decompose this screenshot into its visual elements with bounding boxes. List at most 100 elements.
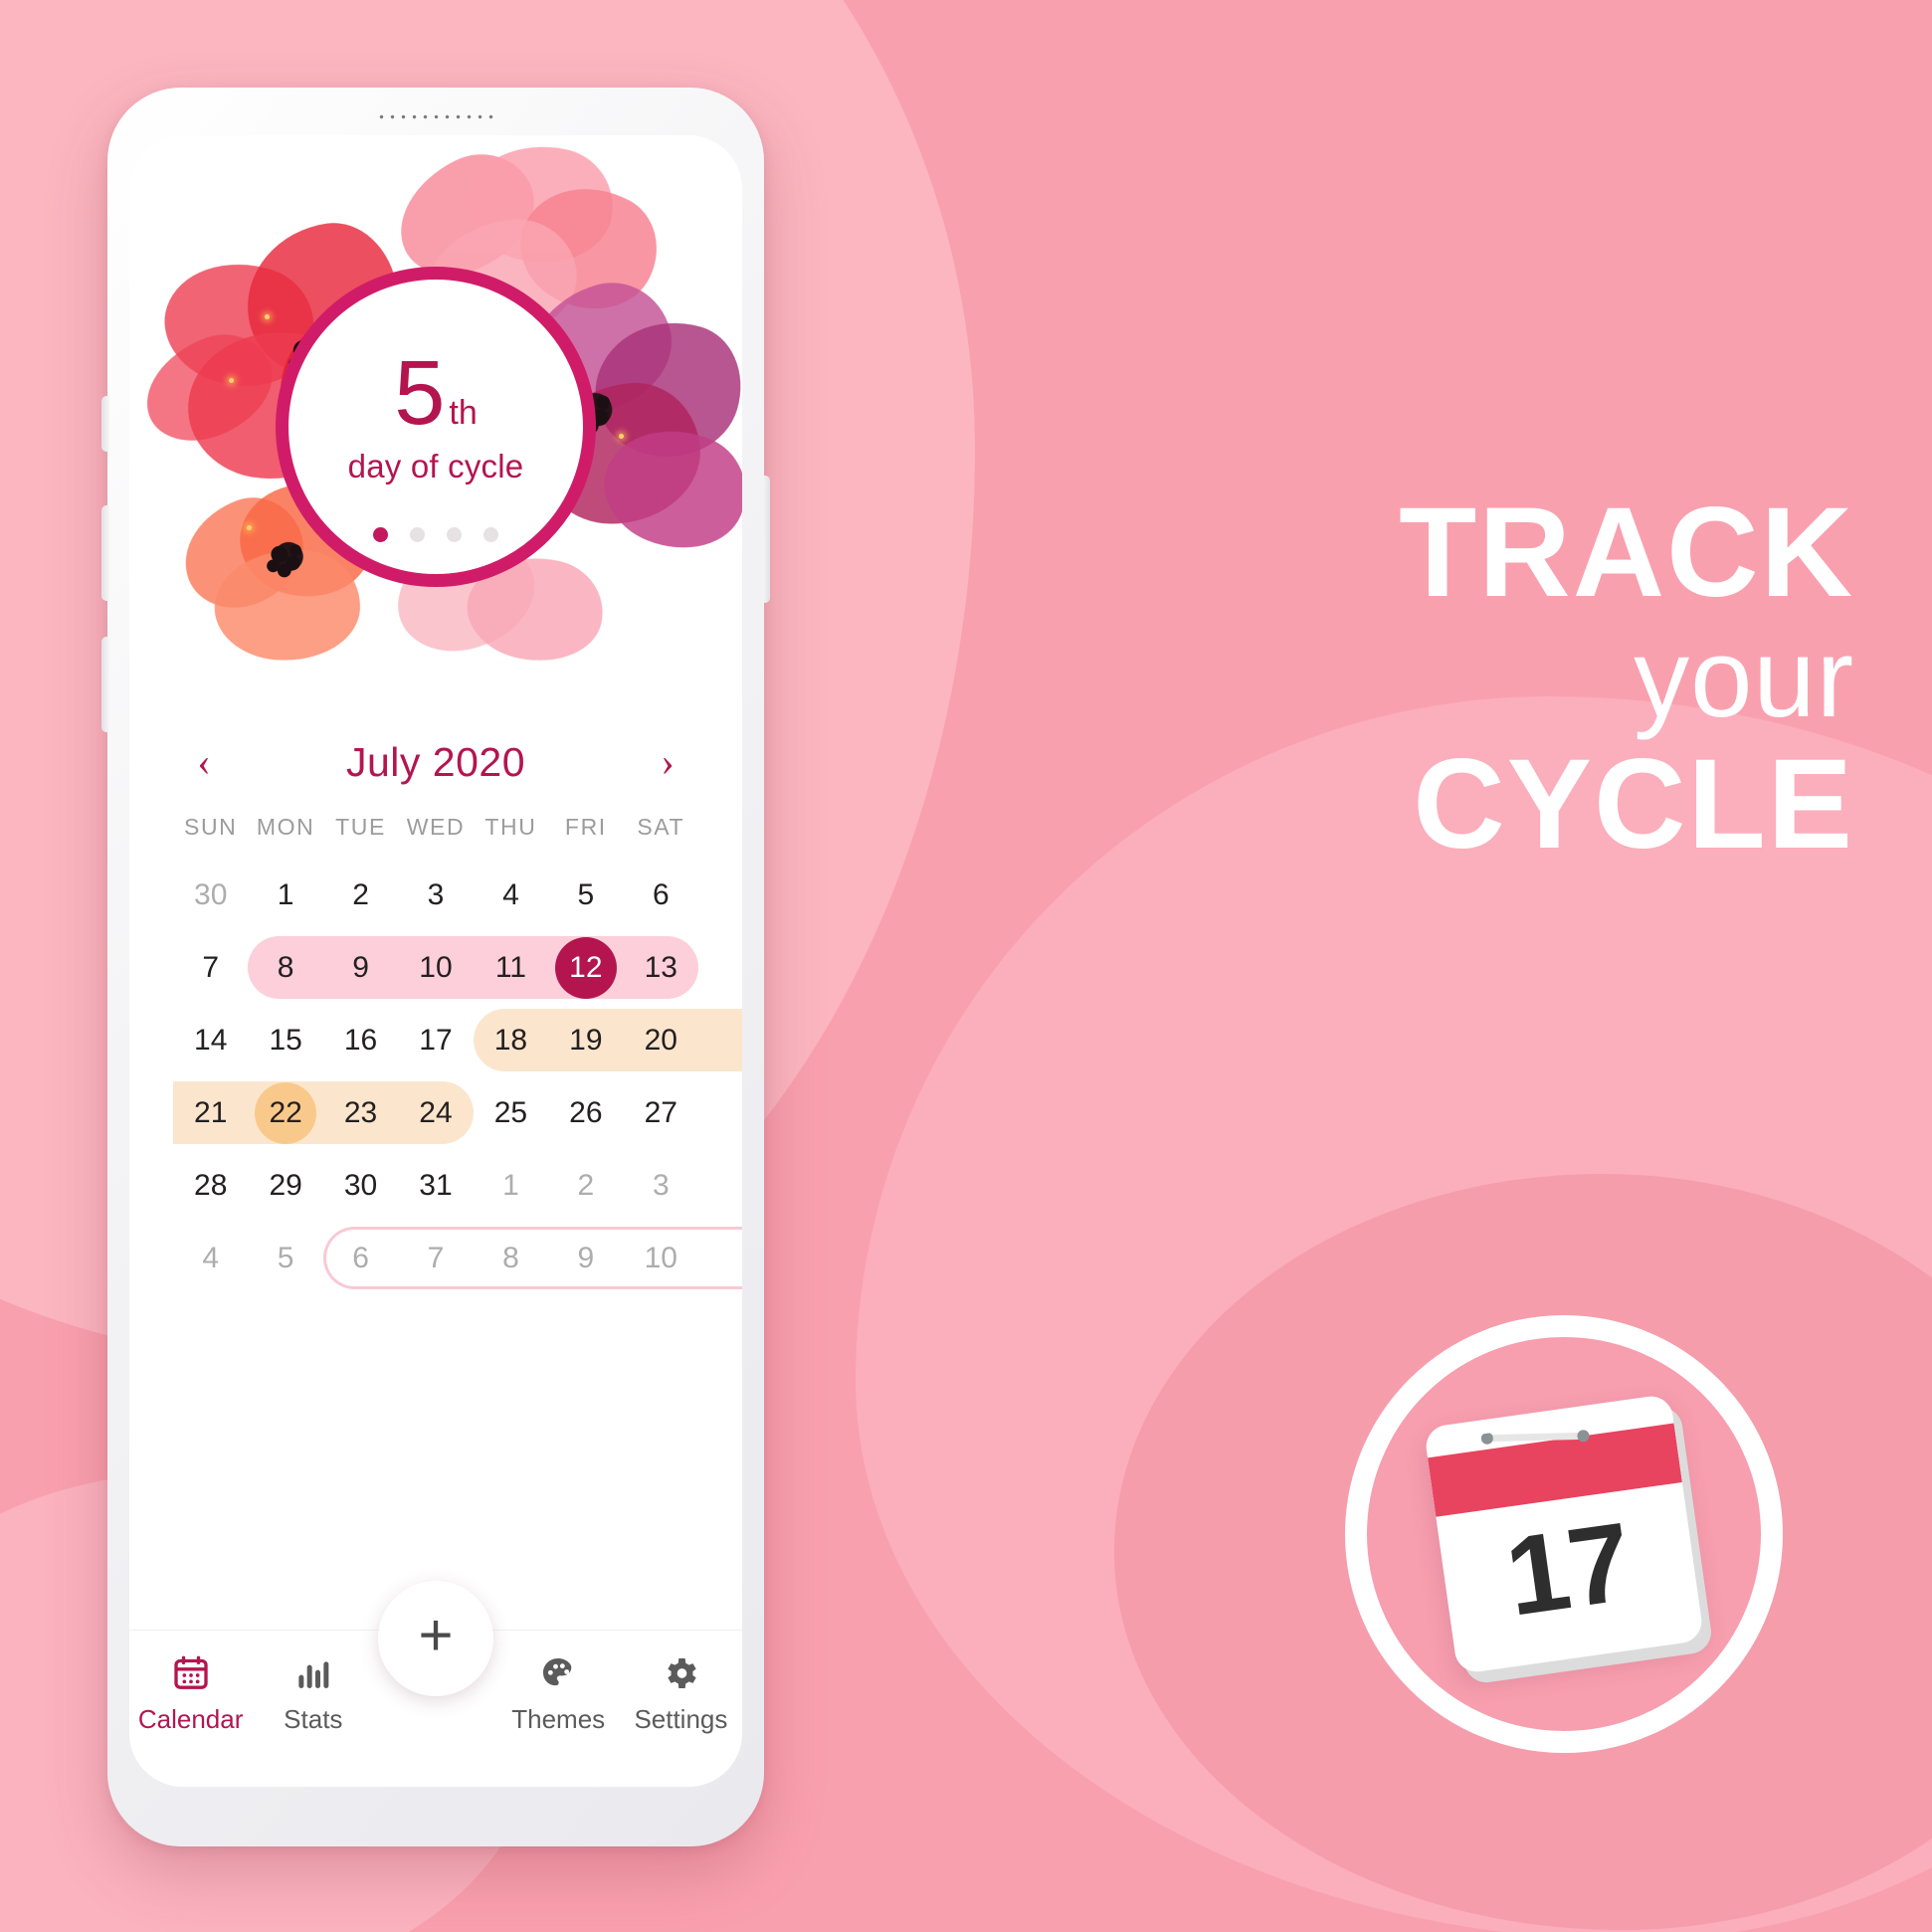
promo-line-1: TRACK <box>1399 482 1854 624</box>
calendar-day-cell[interactable]: 3 <box>624 1149 698 1222</box>
calendar-day-cell[interactable]: 18 <box>474 1004 548 1076</box>
calendar-day-cell[interactable]: 13 <box>624 931 698 1004</box>
next-month-button[interactable]: › <box>645 739 690 785</box>
calendar-week-row: 30 1 2 3 4 5 6 <box>173 859 698 931</box>
flower-center <box>255 531 316 589</box>
calendar-day-cell[interactable]: 27 <box>624 1076 698 1149</box>
calendar-month-title: July 2020 <box>345 738 525 785</box>
calendar-week-row: 14 15 16 17 18 19 20 <box>173 1004 742 1076</box>
prev-month-button[interactable]: ‹ <box>181 739 227 785</box>
weekday-header-mon: MON <box>256 814 315 840</box>
weekday-header-fri: FRI <box>564 814 607 840</box>
calendar-week-row: 4 5 6 7 8 9 10 <box>173 1222 742 1294</box>
calendar-icon <box>171 1652 211 1694</box>
calendar-day-cell[interactable]: 10 <box>624 1222 698 1294</box>
pager-dot-2[interactable] <box>410 527 425 542</box>
nav-item-stats[interactable]: Stats <box>252 1652 374 1735</box>
nav-label-settings: Settings <box>634 1704 728 1734</box>
gear-icon <box>661 1652 700 1694</box>
nav-label-themes: Themes <box>511 1704 606 1734</box>
calendar-day-cell[interactable]: 15 <box>248 1004 322 1076</box>
add-entry-button[interactable]: + <box>378 1581 493 1696</box>
calendar-day-cell[interactable]: 31 <box>398 1149 473 1222</box>
pager-dot-4[interactable] <box>483 527 498 542</box>
palette-icon <box>538 1652 578 1694</box>
calendar-day-cell[interactable]: 5 <box>548 859 623 931</box>
calendar-day-cell[interactable]: 7 <box>398 1222 473 1294</box>
sparkle-icon <box>247 525 252 530</box>
nav-item-themes[interactable]: Themes <box>497 1652 620 1735</box>
calendar-day-cell[interactable]: 8 <box>248 931 322 1004</box>
calendar-day-cell[interactable]: 20 <box>624 1004 698 1076</box>
background-blob <box>856 696 1932 1932</box>
calendar-sheet-day-number: 17 <box>1498 1498 1640 1640</box>
calendar-day-cell[interactable]: 8 <box>474 1222 548 1294</box>
phone-side-button[interactable] <box>101 396 109 452</box>
pager-dot-1[interactable] <box>373 527 388 542</box>
calendar-day-cell[interactable]: 6 <box>624 859 698 931</box>
calendar-day-cell[interactable]: 22 <box>248 1076 322 1149</box>
calendar-day-cell[interactable]: 23 <box>323 1076 398 1149</box>
calendar-sheet: 17 <box>1423 1393 1705 1675</box>
bottom-navigation-bar: Calendar Stats Themes Settings + <box>129 1581 742 1787</box>
sparkle-icon <box>619 434 624 439</box>
calendar-day-cell[interactable]: 5 <box>248 1222 322 1294</box>
calendar-day-cell[interactable]: 2 <box>548 1149 623 1222</box>
cycle-day-label: day of cycle <box>347 448 524 485</box>
calendar-day-cell[interactable]: 7 <box>173 931 248 1004</box>
calendar-panel: ‹ July 2020 › SUN MON TUE WED THU FRI SA… <box>129 710 742 1294</box>
calendar-day-cell[interactable]: 28 <box>173 1149 248 1222</box>
phone-volume-down-button[interactable] <box>101 637 109 732</box>
calendar-day-cell[interactable]: 16 <box>323 1004 398 1076</box>
weekday-header-sat: SAT <box>637 814 685 840</box>
calendar-day-cell[interactable]: 3 <box>398 859 473 931</box>
phone-volume-up-button[interactable] <box>101 505 109 601</box>
nav-label-stats: Stats <box>284 1704 343 1734</box>
calendar-day-cell[interactable]: 30 <box>173 859 248 931</box>
calendar-day-cell[interactable]: 24 <box>398 1076 473 1149</box>
phone-mockup: 5 th day of cycle ‹ July 2020 › SUN MON … <box>101 88 770 1846</box>
phone-screen: 5 th day of cycle ‹ July 2020 › SUN MON … <box>129 135 742 1787</box>
calendar-day-cell[interactable]: 1 <box>248 859 322 931</box>
calendar-day-cell[interactable]: 4 <box>474 859 548 931</box>
bar-chart-icon <box>293 1652 333 1694</box>
promo-line-2: your <box>1634 615 1854 740</box>
weekday-header-tue: TUE <box>335 814 386 840</box>
promo-canvas: 5 th day of cycle ‹ July 2020 › SUN MON … <box>0 0 1932 1932</box>
promo-line-3: CYCLE <box>1413 732 1854 875</box>
calendar-day-cell[interactable]: 19 <box>548 1004 623 1076</box>
calendar-day-cell[interactable]: 1 <box>474 1149 548 1222</box>
calendar-day-cell[interactable]: 10 <box>398 931 473 1004</box>
cycle-hero: 5 th day of cycle <box>129 135 742 710</box>
calendar-day-cell[interactable]: 25 <box>474 1076 548 1149</box>
calendar-day-cell[interactable]: 26 <box>548 1076 623 1149</box>
weekday-header-sun: SUN <box>184 814 238 840</box>
cycle-day-value: 5 th <box>394 347 478 439</box>
pager-dot-3[interactable] <box>447 527 462 542</box>
calendar-day-cell[interactable]: 29 <box>248 1149 322 1222</box>
ovulation-day-marker <box>255 1081 317 1144</box>
calendar-header: ‹ July 2020 › <box>173 710 698 814</box>
calendar-day-cell[interactable]: 2 <box>323 859 398 931</box>
nav-item-settings[interactable]: Settings <box>620 1652 742 1735</box>
calendar-weekday-header-row: SUN MON TUE WED THU FRI SAT <box>173 814 698 859</box>
weekday-header-thu: THU <box>484 814 537 840</box>
nav-item-calendar[interactable]: Calendar <box>129 1652 252 1735</box>
calendar-day-cell[interactable]: 9 <box>548 1222 623 1294</box>
selected-day-marker <box>554 936 617 999</box>
calendar-day-cell[interactable]: 9 <box>323 931 398 1004</box>
calendar-day-cell[interactable]: 4 <box>173 1222 248 1294</box>
hero-pager[interactable] <box>373 527 498 542</box>
calendar-day-cell[interactable]: 6 <box>323 1222 398 1294</box>
calendar-day-cell[interactable]: 17 <box>398 1004 473 1076</box>
calendar-day-cell[interactable]: 12 <box>548 931 623 1004</box>
calendar-day-cell[interactable]: 30 <box>323 1149 398 1222</box>
calendar-day-cell[interactable]: 21 <box>173 1076 248 1149</box>
phone-power-button[interactable] <box>762 476 770 603</box>
calendar-day-cell[interactable]: 14 <box>173 1004 248 1076</box>
cycle-day-suffix: th <box>449 393 478 432</box>
promo-headline: TRACK your CYCLE <box>1399 487 1854 870</box>
calendar-week-row: 21 22 23 24 25 26 27 <box>173 1076 698 1149</box>
calendar-grid: 30 1 2 3 4 5 6 7 8 9 10 11 12 13 14 15 16 17 18 19 20 21 22 23 2… <box>173 859 742 1294</box>
calendar-day-cell[interactable]: 11 <box>474 931 548 1004</box>
